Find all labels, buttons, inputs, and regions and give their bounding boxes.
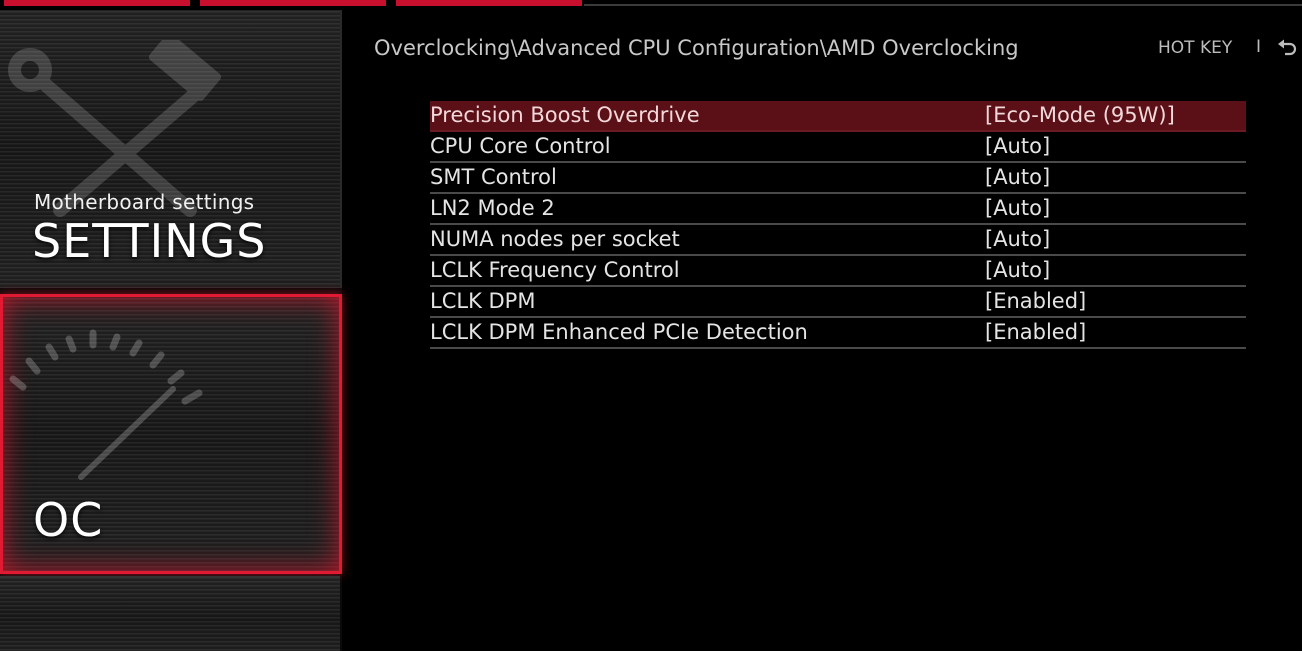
- settings-title: SETTINGS: [32, 214, 267, 268]
- settings-list: Precision Boost Overdrive [Eco-Mode (95W…: [430, 101, 1246, 349]
- setting-label: LN2 Mode 2: [430, 196, 555, 220]
- setting-label: LCLK Frequency Control: [430, 258, 680, 282]
- setting-value[interactable]: [Eco-Mode (95W)]: [985, 101, 1175, 129]
- setting-label: SMT Control: [430, 165, 557, 189]
- setting-value[interactable]: [Auto]: [985, 132, 1050, 160]
- breadcrumb: Overclocking\Advanced CPU Configuration\…: [374, 36, 1019, 60]
- setting-label: Precision Boost Overdrive: [430, 103, 700, 127]
- hotkey-button[interactable]: HOT KEY: [1158, 38, 1232, 58]
- settings-subtitle: Motherboard settings: [34, 190, 255, 214]
- setting-label: LCLK DPM: [430, 289, 536, 313]
- bios-screen: Motherboard settings SETTINGS OC Overclo…: [0, 0, 1302, 651]
- sidebar: Motherboard settings SETTINGS OC: [0, 10, 342, 651]
- sidebar-item-settings[interactable]: Motherboard settings SETTINGS: [0, 10, 342, 288]
- top-tab-3[interactable]: [396, 0, 582, 6]
- setting-row-cpu-core-control[interactable]: CPU Core Control [Auto]: [430, 132, 1246, 163]
- setting-value[interactable]: [Auto]: [985, 225, 1050, 253]
- back-arrow-icon[interactable]: [1276, 38, 1298, 60]
- top-tab-2[interactable]: [200, 0, 386, 6]
- sidebar-item-next[interactable]: [0, 576, 340, 651]
- sidebar-item-oc[interactable]: OC: [0, 294, 342, 574]
- setting-row-precision-boost-overdrive[interactable]: Precision Boost Overdrive [Eco-Mode (95W…: [430, 101, 1246, 132]
- hotkey-separator: I: [1256, 37, 1262, 57]
- top-tab-1[interactable]: [4, 0, 190, 6]
- speedometer-gauge-icon: [9, 329, 203, 480]
- setting-label: LCLK DPM Enhanced PCIe Detection: [430, 320, 808, 344]
- setting-row-lclk-dpm[interactable]: LCLK DPM [Enabled]: [430, 287, 1246, 318]
- setting-row-smt-control[interactable]: SMT Control [Auto]: [430, 163, 1246, 194]
- oc-title: OC: [33, 493, 104, 547]
- setting-row-ln2-mode-2[interactable]: LN2 Mode 2 [Auto]: [430, 194, 1246, 225]
- setting-row-lclk-dpm-enhanced-pcie-detection[interactable]: LCLK DPM Enhanced PCIe Detection [Enable…: [430, 318, 1246, 349]
- setting-value[interactable]: [Enabled]: [985, 287, 1086, 315]
- setting-row-numa-nodes-per-socket[interactable]: NUMA nodes per socket [Auto]: [430, 225, 1246, 256]
- setting-value[interactable]: [Auto]: [985, 256, 1050, 284]
- setting-value[interactable]: [Enabled]: [985, 318, 1086, 346]
- setting-value[interactable]: [Auto]: [985, 163, 1050, 191]
- setting-label: CPU Core Control: [430, 134, 611, 158]
- setting-row-lclk-frequency-control[interactable]: LCLK Frequency Control [Auto]: [430, 256, 1246, 287]
- setting-value[interactable]: [Auto]: [985, 194, 1050, 222]
- top-tab-strip: [0, 0, 1302, 8]
- top-tab-track: [584, 4, 1302, 6]
- setting-label: NUMA nodes per socket: [430, 227, 680, 251]
